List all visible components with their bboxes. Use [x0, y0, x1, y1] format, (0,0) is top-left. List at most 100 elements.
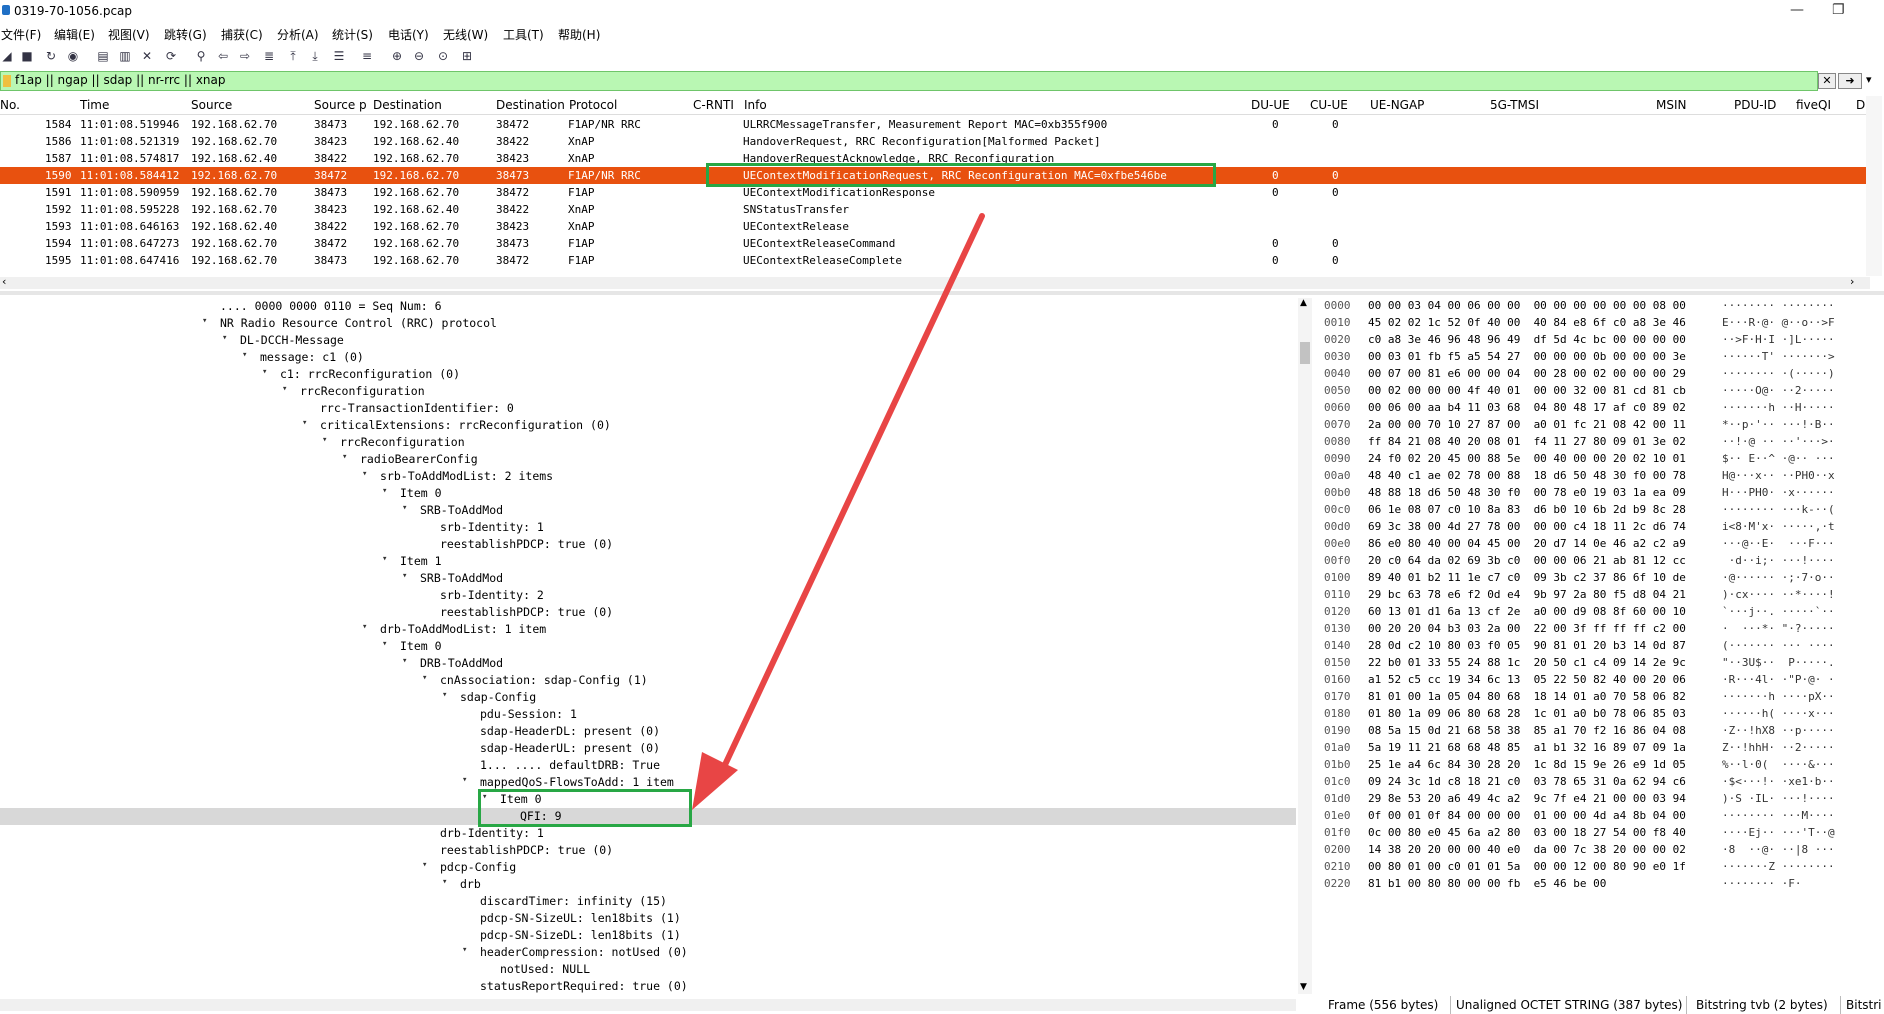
hex-row[interactable]: 0150 22 b0 01 33 55 24 88 1c 20 50 c1 c4 …: [1318, 655, 1884, 672]
col-ue-ngap[interactable]: UE-NGAP: [1370, 98, 1424, 112]
hex-row[interactable]: 0020 c0 a8 3e 46 96 48 96 49 df 5d 4c bc …: [1318, 332, 1884, 349]
stop-capture-icon[interactable]: ■: [20, 49, 34, 63]
hex-row[interactable]: 0190 08 5a 15 0d 21 68 58 38 85 a1 70 f2 …: [1318, 723, 1884, 740]
hex-row[interactable]: 0130 00 20 20 04 b3 03 2a 00 22 00 3f ff …: [1318, 621, 1884, 638]
go-to-packet-icon[interactable]: ≣: [262, 49, 276, 63]
expand-arrow-icon[interactable]: ▾: [302, 418, 307, 428]
packet-row[interactable]: 1584 11:01:08.519946 192.168.62.70 38473…: [0, 116, 1866, 133]
tree-node[interactable]: ▾ pdcp-Config: [0, 859, 1296, 876]
tree-node[interactable]: ▾ NR Radio Resource Control (RRC) protoco…: [0, 315, 1296, 332]
col-msin[interactable]: MSIN: [1656, 98, 1687, 112]
tree-node[interactable]: ▾ Item 0: [0, 485, 1296, 502]
scroll-right-icon[interactable]: ›: [1850, 275, 1854, 288]
hex-row[interactable]: 0080 ff 84 21 08 40 20 08 01 f4 11 27 80 …: [1318, 434, 1884, 451]
tree-node[interactable]: drb-Identity: 1: [0, 825, 1296, 842]
capture-options-icon[interactable]: ◉: [66, 49, 80, 63]
col-info[interactable]: Info: [744, 98, 767, 112]
hex-row[interactable]: 00e0 86 e0 80 40 00 04 45 00 20 d7 14 0e …: [1318, 536, 1884, 553]
expand-arrow-icon[interactable]: ▾: [202, 316, 207, 326]
details-scrollbar[interactable]: ▲ ▼: [1298, 298, 1312, 994]
menu-view[interactable]: 视图(V): [108, 26, 150, 43]
tab-frame[interactable]: Frame (556 bytes): [1328, 998, 1438, 1012]
save-file-icon[interactable]: ▥: [118, 49, 132, 63]
col-fiveqi[interactable]: fiveQI: [1796, 98, 1831, 112]
col-c-rnti[interactable]: C-RNTI: [693, 98, 734, 112]
hex-row[interactable]: 0120 60 13 01 d1 6a 13 cf 2e a0 00 d9 08 …: [1318, 604, 1884, 621]
expand-arrow-icon[interactable]: ▾: [402, 503, 407, 513]
hex-row[interactable]: 0040 00 07 00 81 e6 00 00 04 00 28 00 02 …: [1318, 366, 1884, 383]
col-no[interactable]: No.: [0, 98, 20, 112]
apply-filter-icon[interactable]: ➜: [1838, 73, 1862, 89]
tree-node[interactable]: ▾ SRB-ToAddMod: [0, 570, 1296, 587]
hex-row[interactable]: 00b0 48 88 18 d6 50 48 30 f0 00 78 e0 19 …: [1318, 485, 1884, 502]
col-d[interactable]: D: [1856, 98, 1865, 112]
hex-row[interactable]: 0030 00 03 01 fb f5 a5 54 27 00 00 00 0b …: [1318, 349, 1884, 366]
resize-columns-icon[interactable]: ⊞: [460, 49, 474, 63]
hex-row[interactable]: 00c0 06 1e 08 07 c0 10 8a 83 d6 b0 10 6b …: [1318, 502, 1884, 519]
close-file-icon[interactable]: ✕: [140, 49, 154, 63]
menu-edit[interactable]: 编辑(E): [54, 26, 95, 43]
hex-row[interactable]: 00a0 48 40 c1 ae 02 78 00 88 18 d6 50 48 …: [1318, 468, 1884, 485]
tree-node[interactable]: 1... .... defaultDRB: True: [0, 757, 1296, 774]
packet-row[interactable]: 1586 11:01:08.521319 192.168.62.70 38423…: [0, 133, 1866, 150]
tree-node[interactable]: pdcp-SN-SizeUL: len18bits (1): [0, 910, 1296, 927]
col-destination[interactable]: Destination: [373, 98, 442, 112]
go-forward-icon[interactable]: ⇨: [238, 49, 252, 63]
zoom-in-icon[interactable]: ⊕: [390, 49, 404, 63]
expand-arrow-icon[interactable]: ▾: [362, 622, 367, 632]
details-scroll-thumb[interactable]: [1300, 342, 1310, 364]
hex-row[interactable]: 0170 81 01 00 1a 05 04 80 68 18 14 01 a0 …: [1318, 689, 1884, 706]
scroll-left-icon[interactable]: ‹: [2, 275, 6, 288]
menu-capture[interactable]: 捕获(C): [221, 26, 263, 43]
tree-node[interactable]: ▾ message: c1 (0): [0, 349, 1296, 366]
hex-row[interactable]: 0000 00 00 03 04 00 06 00 00 00 00 00 00 …: [1318, 298, 1884, 315]
tree-node[interactable]: ▾ srb-ToAddModList: 2 items: [0, 468, 1296, 485]
packet-row[interactable]: 1595 11:01:08.647416 192.168.62.70 38473…: [0, 252, 1866, 269]
first-packet-icon[interactable]: ⤒: [286, 49, 300, 63]
packet-row[interactable]: 1594 11:01:08.647273 192.168.62.70 38472…: [0, 235, 1866, 252]
details-horizontal-scrollbar[interactable]: [0, 999, 1296, 1011]
tab-unaligned-octet-string[interactable]: Unaligned OCTET STRING (387 bytes): [1456, 998, 1682, 1012]
tree-node[interactable]: srb-Identity: 1: [0, 519, 1296, 536]
tree-node[interactable]: ▾ drb: [0, 876, 1296, 893]
open-file-icon[interactable]: ▤: [96, 49, 110, 63]
tab-bitstring-cut[interactable]: Bitstri: [1846, 998, 1882, 1012]
hex-row[interactable]: 0220 81 b1 00 80 80 00 00 fb e5 46 be 00 ·…: [1318, 876, 1884, 893]
expand-arrow-icon[interactable]: ▾: [462, 775, 467, 785]
expand-arrow-icon[interactable]: ▾: [242, 350, 247, 360]
restore-icon[interactable]: ❐: [1832, 2, 1845, 18]
col-time[interactable]: Time: [80, 98, 109, 112]
tree-node[interactable]: ▾ drb-ToAddModList: 1 item: [0, 621, 1296, 638]
scroll-up-icon[interactable]: ▲: [1300, 298, 1307, 308]
menu-file[interactable]: 文件(F): [1, 26, 41, 43]
expand-arrow-icon[interactable]: ▾: [382, 554, 387, 564]
expand-arrow-icon[interactable]: ▾: [422, 673, 427, 683]
tree-node[interactable]: ▾ Item 0: [0, 638, 1296, 655]
tree-node[interactable]: ▾ DL-DCCH-Message: [0, 332, 1296, 349]
hex-row[interactable]: 01e0 0f 00 01 0f 84 00 00 00 01 00 00 4d …: [1318, 808, 1884, 825]
tree-node[interactable]: discardTimer: infinity (15): [0, 893, 1296, 910]
hex-row[interactable]: 01d0 29 8e 53 20 a6 49 4c a2 9c 7f e4 21 …: [1318, 791, 1884, 808]
hex-row[interactable]: 0090 24 f0 02 20 45 00 88 5e 00 40 00 00 …: [1318, 451, 1884, 468]
tree-node[interactable]: pdu-Session: 1: [0, 706, 1296, 723]
bookmark-icon[interactable]: [3, 75, 11, 87]
hex-row[interactable]: 01c0 09 24 3c 1d c8 18 21 c0 03 78 65 31 …: [1318, 774, 1884, 791]
scroll-down-icon[interactable]: ▼: [1300, 982, 1307, 992]
colorize-icon[interactable]: ≡: [360, 49, 374, 63]
menu-wireless[interactable]: 无线(W): [443, 26, 488, 43]
hex-row[interactable]: 0100 89 40 01 b2 11 1e c7 c0 09 3b c2 37 …: [1318, 570, 1884, 587]
menu-analyze[interactable]: 分析(A): [277, 26, 319, 43]
hex-row[interactable]: 0110 29 bc 63 78 e6 f2 0d e4 9b 97 2a 80 …: [1318, 587, 1884, 604]
tree-node[interactable]: reestablishPDCP: true (0): [0, 604, 1296, 621]
col-du-ue[interactable]: DU-UE: [1251, 98, 1290, 112]
tree-node[interactable]: ▾ cnAssociation: sdap-Config (1): [0, 672, 1296, 689]
expand-arrow-icon[interactable]: ▾: [462, 945, 467, 955]
filter-dropdown-icon[interactable]: ▾: [1866, 73, 1872, 86]
hex-row[interactable]: 00f0 20 c0 64 da 02 69 3b c0 00 00 06 21 …: [1318, 553, 1884, 570]
tree-node[interactable]: ▾ criticalExtensions: rrcReconfiguration …: [0, 417, 1296, 434]
expand-arrow-icon[interactable]: ▾: [322, 435, 327, 445]
zoom-normal-icon[interactable]: ⊙: [436, 49, 450, 63]
col-protocol[interactable]: Protocol: [569, 98, 617, 112]
menu-help[interactable]: 帮助(H): [558, 26, 600, 43]
tree-node[interactable]: ▾ headerCompression: notUsed (0): [0, 944, 1296, 961]
